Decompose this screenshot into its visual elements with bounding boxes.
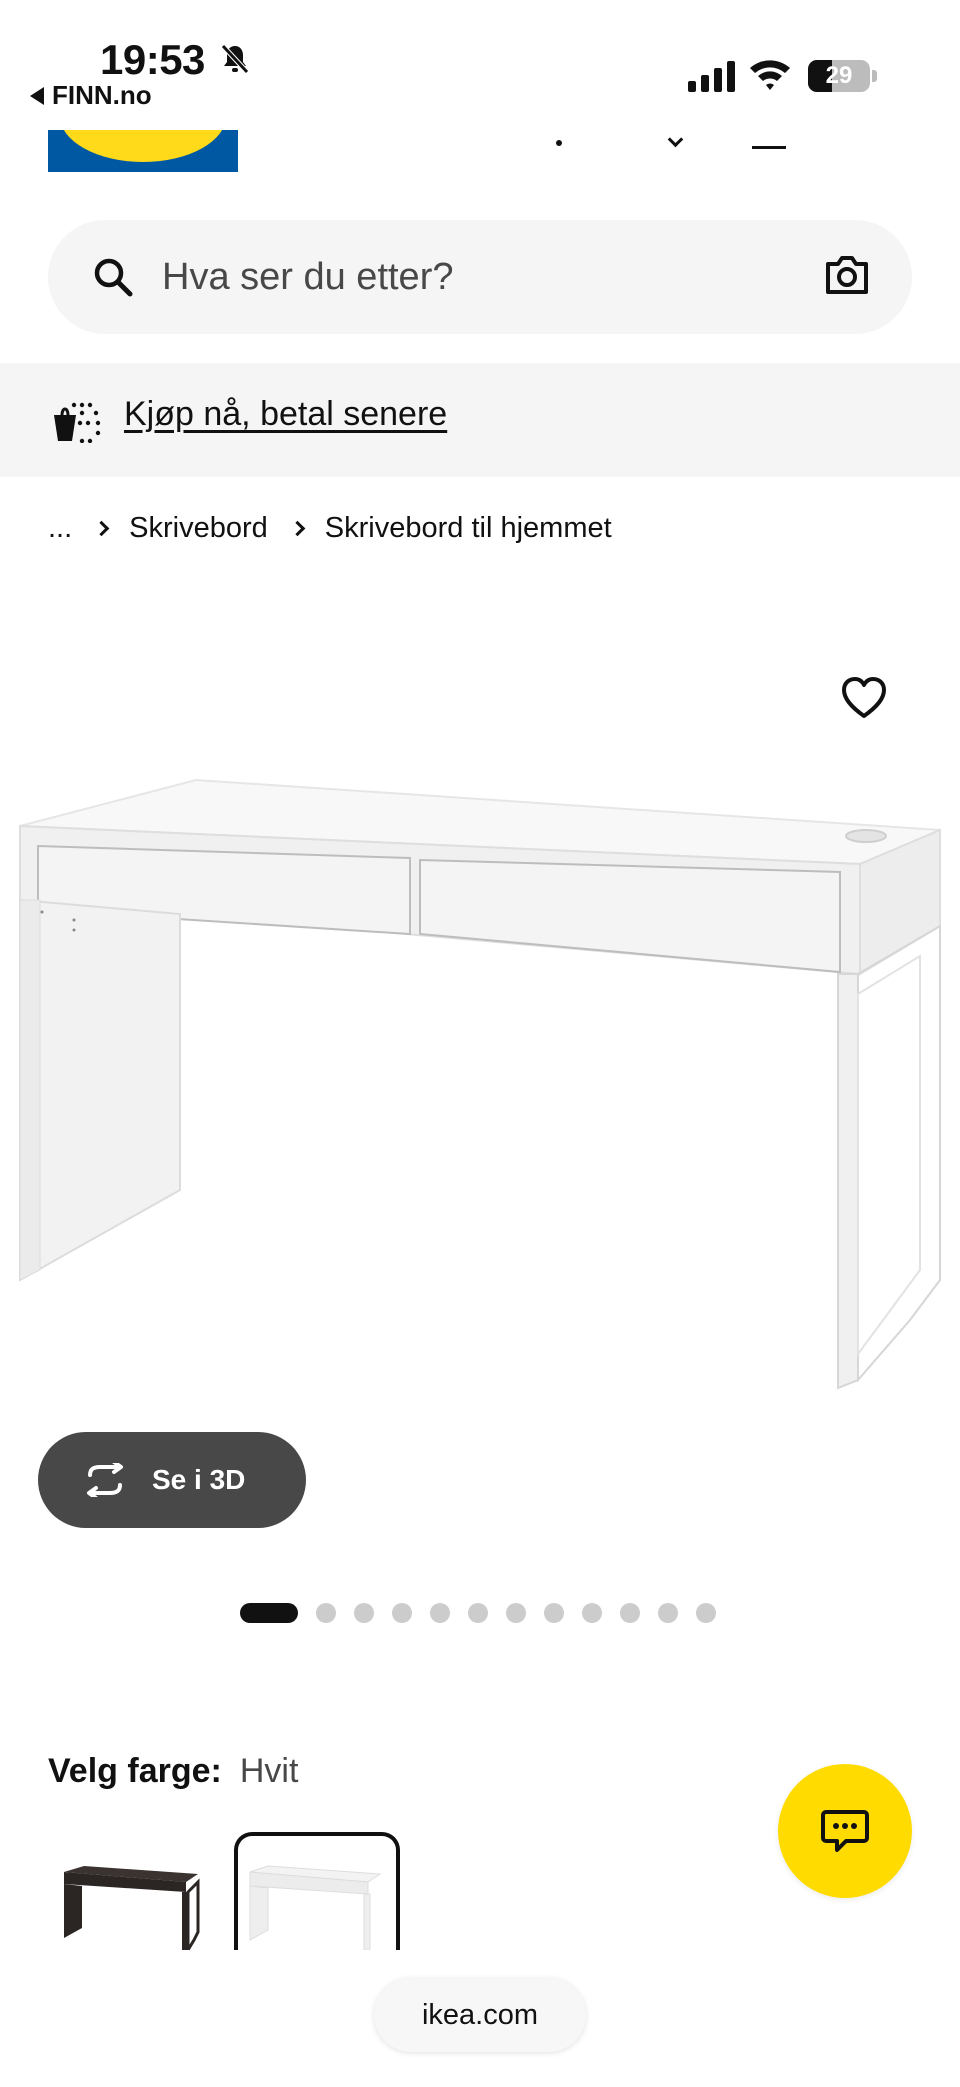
pagination-dot[interactable] bbox=[392, 1603, 412, 1623]
pagination-dot[interactable] bbox=[468, 1603, 488, 1623]
menu-icon[interactable] bbox=[752, 132, 786, 150]
pagination-dot[interactable] bbox=[506, 1603, 526, 1623]
bnpl-banner: Kjøp nå, betal senere bbox=[0, 363, 960, 477]
pagination-dot[interactable] bbox=[620, 1603, 640, 1623]
heart-icon[interactable] bbox=[840, 676, 888, 720]
breadcrumb-ellipsis[interactable]: ... bbox=[48, 512, 72, 545]
clock: 19:53 bbox=[100, 36, 205, 83]
pagination-dot[interactable] bbox=[430, 1603, 450, 1623]
color-swatch-black-brown[interactable] bbox=[48, 1832, 214, 1950]
status-bar: 19:53 FINN.no 29 bbox=[0, 0, 960, 130]
view-3d-button[interactable]: Se i 3D bbox=[38, 1432, 306, 1528]
bag-card-icon bbox=[54, 402, 101, 443]
image-pagination[interactable] bbox=[240, 1603, 716, 1623]
pagination-dot[interactable] bbox=[658, 1603, 678, 1623]
header-icon-partial[interactable] bbox=[556, 132, 562, 150]
bnpl-link[interactable]: Kjøp nå, betal senere bbox=[124, 395, 447, 434]
breadcrumb-item[interactable]: Skrivebord til hjemmet bbox=[325, 512, 612, 545]
ikea-logo[interactable] bbox=[48, 130, 238, 172]
pagination-dot[interactable] bbox=[696, 1603, 716, 1623]
search-input[interactable] bbox=[162, 250, 762, 304]
chat-button[interactable] bbox=[778, 1764, 912, 1898]
back-triangle-icon bbox=[30, 86, 44, 105]
pagination-dot[interactable] bbox=[582, 1603, 602, 1623]
chevron-right-icon bbox=[93, 520, 110, 536]
color-label: Velg farge: bbox=[48, 1752, 222, 1790]
pagination-dot[interactable] bbox=[354, 1603, 374, 1623]
view-3d-label: Se i 3D bbox=[152, 1464, 246, 1495]
color-selector-heading: Velg farge: Hvit bbox=[48, 1752, 298, 1791]
back-to-app[interactable]: FINN.no bbox=[30, 80, 152, 111]
color-value: Hvit bbox=[239, 1752, 299, 1790]
wifi-icon bbox=[750, 60, 790, 90]
search-icon bbox=[94, 258, 133, 297]
chat-icon bbox=[821, 1810, 869, 1852]
color-swatch-white[interactable] bbox=[234, 1832, 400, 1950]
cellular-signal-icon bbox=[688, 60, 735, 92]
camera-icon[interactable] bbox=[824, 254, 870, 296]
search-bar[interactable] bbox=[48, 220, 912, 334]
browser-url-bar[interactable]: ikea.com bbox=[374, 1978, 586, 2052]
bell-muted-icon bbox=[221, 44, 249, 74]
header-icon-partial[interactable] bbox=[668, 132, 682, 150]
pagination-dot[interactable] bbox=[316, 1603, 336, 1623]
battery-level: 29 bbox=[825, 62, 853, 89]
chevron-right-icon bbox=[289, 520, 306, 536]
rotate-3d-icon bbox=[87, 1463, 123, 1497]
desk-thumbnail-dark bbox=[64, 1866, 200, 1950]
desk-thumbnail-white bbox=[249, 1865, 382, 1950]
back-app-label: FINN.no bbox=[52, 80, 152, 110]
pagination-dot[interactable] bbox=[240, 1603, 298, 1623]
battery-icon: 29 bbox=[808, 60, 870, 92]
breadcrumb: ... Skrivebord Skrivebord til hjemmet bbox=[48, 506, 612, 550]
breadcrumb-item[interactable]: Skrivebord bbox=[129, 512, 268, 545]
battery-tip bbox=[872, 70, 877, 82]
product-image-desk bbox=[19, 778, 941, 1390]
pagination-dot[interactable] bbox=[544, 1603, 564, 1623]
